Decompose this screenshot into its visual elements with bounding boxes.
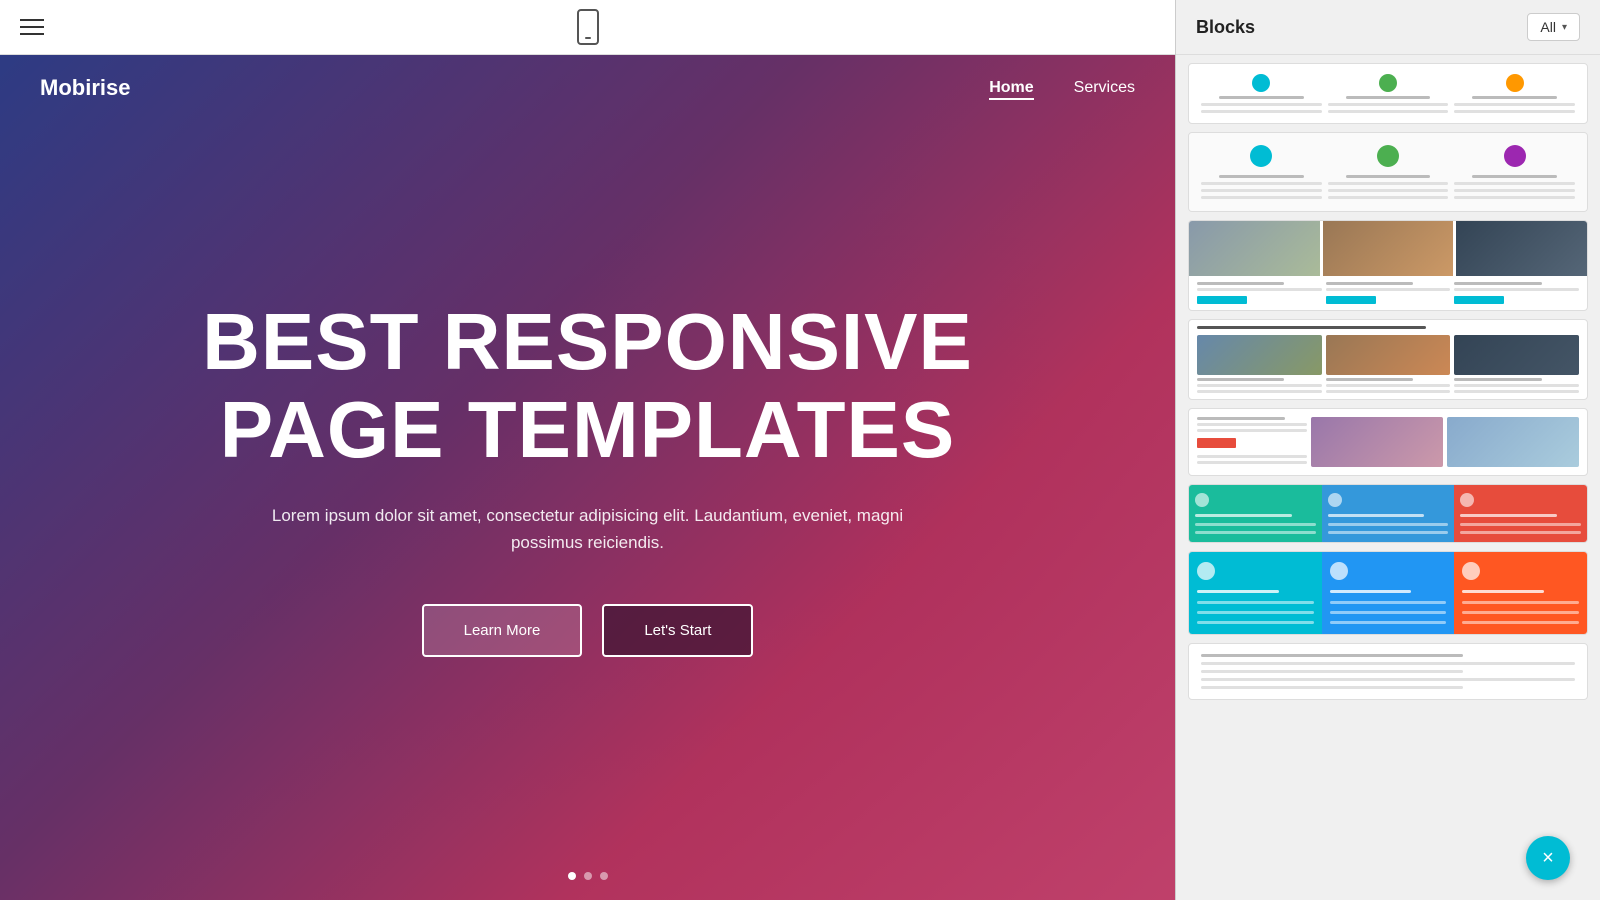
block-thumb-5[interactable]: [1188, 408, 1588, 476]
block-preview-news: [1189, 409, 1587, 475]
slide-dot-2[interactable]: [584, 872, 592, 880]
slide-dot-3[interactable]: [600, 872, 608, 880]
close-button[interactable]: ×: [1526, 836, 1570, 880]
blocks-panel: Blocks All ▾: [1175, 0, 1600, 900]
nav-item-services[interactable]: Services: [1074, 79, 1135, 97]
hero-subtitle: Lorem ipsum dolor sit amet, consectetur …: [238, 502, 938, 556]
block-preview-3photos: [1189, 221, 1587, 276]
close-icon: ×: [1542, 847, 1554, 870]
block-thumb-1[interactable]: [1188, 63, 1588, 124]
slide-indicator: [568, 872, 608, 880]
hero-buttons: Learn More Let's Start: [422, 604, 754, 657]
slide-dot-1[interactable]: [568, 872, 576, 880]
learn-more-button[interactable]: Learn More: [422, 604, 583, 657]
hero-title: BEST RESPONSIVE PAGE TEMPLATES: [202, 298, 973, 474]
nav-link-home[interactable]: Home: [989, 79, 1033, 100]
thumb-icon-1: [1252, 74, 1270, 92]
blocks-filter-button[interactable]: All ▾: [1527, 13, 1580, 41]
hero-content: BEST RESPONSIVE PAGE TEMPLATES Lorem ips…: [0, 55, 1175, 900]
site-logo: Mobirise: [40, 75, 130, 101]
nav-link-services[interactable]: Services: [1074, 79, 1135, 96]
blocks-header: Blocks All ▾: [1176, 0, 1600, 55]
block-preview-colored-features: [1189, 485, 1587, 542]
lets-start-button[interactable]: Let's Start: [602, 604, 753, 657]
thumb-icon-3: [1506, 74, 1524, 92]
nav-links: Home Services: [989, 79, 1135, 97]
block-thumb-8[interactable]: [1188, 643, 1588, 700]
blocks-filter-label: All: [1540, 19, 1556, 35]
block-thumb-2[interactable]: [1188, 132, 1588, 212]
blocks-list[interactable]: [1176, 55, 1600, 900]
block-thumb-7[interactable]: [1188, 551, 1588, 635]
block-preview-blog: [1189, 320, 1587, 399]
nav-item-home[interactable]: Home: [989, 79, 1033, 97]
main-canvas: Mobirise Home Services BEST RESPONSIVE P…: [0, 0, 1175, 900]
block-preview-features-circles: [1189, 133, 1587, 211]
toolbar: [0, 0, 1175, 55]
block-thumb-3[interactable]: [1188, 220, 1588, 311]
block-thumb-4[interactable]: [1188, 319, 1588, 400]
hamburger-icon[interactable]: [20, 19, 44, 35]
block-thumb-6[interactable]: [1188, 484, 1588, 543]
hero-title-line1: BEST RESPONSIVE: [202, 297, 973, 386]
block-preview-last: [1189, 644, 1587, 699]
block-preview-colored-big: [1189, 552, 1587, 634]
blocks-title: Blocks: [1196, 17, 1255, 38]
block-preview-features-icons: [1189, 64, 1587, 123]
hero-section: Mobirise Home Services BEST RESPONSIVE P…: [0, 55, 1175, 900]
device-icon[interactable]: [577, 9, 599, 45]
chevron-down-icon: ▾: [1562, 22, 1567, 33]
hero-nav: Mobirise Home Services: [0, 55, 1175, 121]
hero-title-line2: PAGE TEMPLATES: [220, 385, 956, 474]
phone-device-icon: [577, 9, 599, 45]
thumb-icon-2: [1379, 74, 1397, 92]
